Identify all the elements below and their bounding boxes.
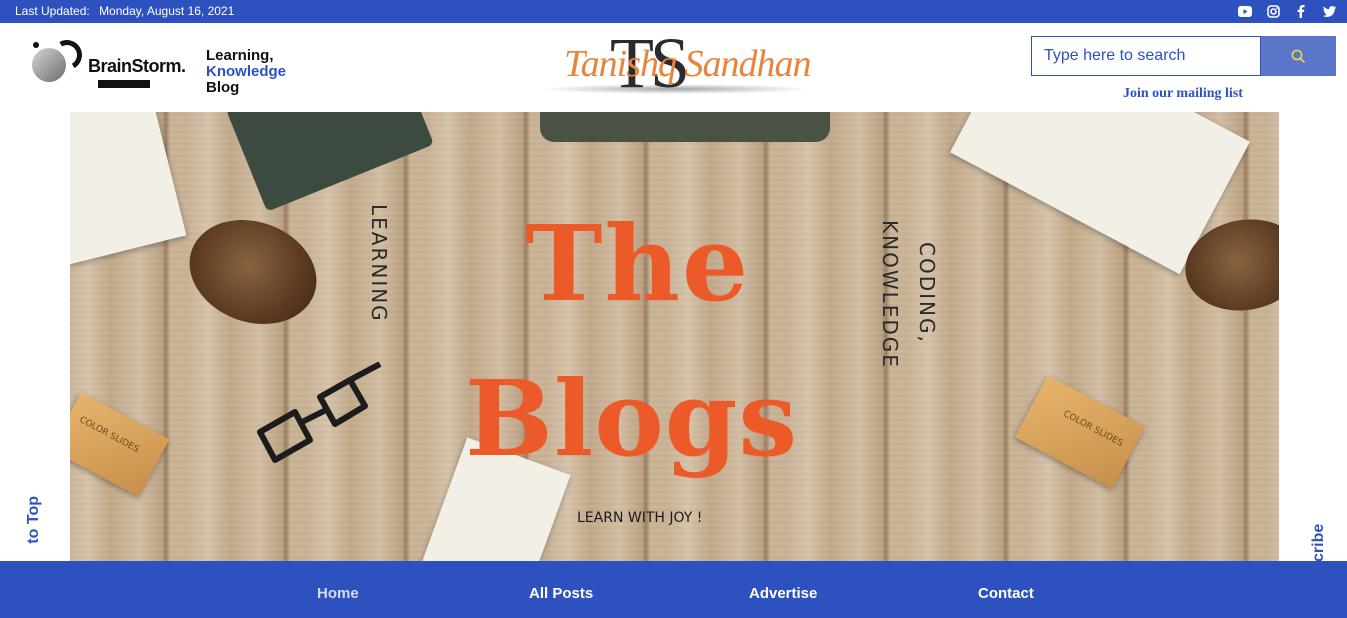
nav-item-home[interactable]: Home xyxy=(317,585,359,602)
logo-dot xyxy=(33,42,39,48)
brainstorm-logo[interactable]: BrainStorm. xyxy=(30,36,200,92)
hero-subtitle: LEARN WITH JOY ! xyxy=(577,510,703,526)
top-bar: Last Updated: Monday, August 16, 2021 xyxy=(0,0,1347,23)
last-updated-date: Monday, August 16, 2021 xyxy=(99,4,235,18)
tagline-line2: Knowledge xyxy=(206,63,287,80)
hero-coding-text: CODING, xyxy=(915,242,939,344)
site-tagline: Learning, Knowledge Blog xyxy=(206,48,286,96)
twitter-icon[interactable] xyxy=(1321,3,1337,19)
search-bar xyxy=(1031,36,1336,76)
tagline-line1: Learning, xyxy=(206,47,274,64)
search-icon xyxy=(1291,49,1306,63)
hero-title-blogs: Blogs xyxy=(465,357,799,480)
last-updated-label: Last Updated: xyxy=(15,4,90,18)
instagram-icon[interactable] xyxy=(1265,3,1281,19)
logo-script: Tanishq Sandhan xyxy=(564,43,811,85)
mailing-list-link[interactable]: Join our mailing list xyxy=(1123,86,1243,102)
subscribe-tab[interactable]: cribe xyxy=(1310,516,1328,562)
dark-tray xyxy=(540,112,830,142)
social-links xyxy=(1237,3,1337,19)
nav-item-contact[interactable]: Contact xyxy=(978,585,1034,602)
brand-sub-bar xyxy=(98,80,150,88)
facebook-icon[interactable] xyxy=(1293,3,1309,19)
last-updated: Last Updated: Monday, August 16, 2021 xyxy=(15,4,234,18)
hero-banner: COLOR SLIDES COLOR SLIDES LEARNING CODIN… xyxy=(70,112,1279,561)
search-button[interactable] xyxy=(1261,36,1336,76)
hero-learning-text: LEARNING xyxy=(367,204,391,323)
nav-item-all-posts[interactable]: All Posts xyxy=(529,585,593,602)
nav-item-advertise[interactable]: Advertise xyxy=(749,585,817,602)
hero-title-the: The xyxy=(525,202,751,325)
back-to-top-tab[interactable]: to Top xyxy=(25,496,43,544)
search-input[interactable] xyxy=(1031,36,1261,76)
eyeglasses-illustration xyxy=(257,362,382,463)
site-logo[interactable]: TS Tanishq Sandhan xyxy=(530,23,820,103)
hero-knowledge-text: KNOWLEDGE xyxy=(878,220,902,369)
tagline-line3: Blog xyxy=(206,79,240,96)
main-nav: Home All Posts Advertise Contact xyxy=(0,561,1347,618)
youtube-icon[interactable] xyxy=(1237,3,1253,19)
brand-name: BrainStorm. xyxy=(88,56,186,76)
